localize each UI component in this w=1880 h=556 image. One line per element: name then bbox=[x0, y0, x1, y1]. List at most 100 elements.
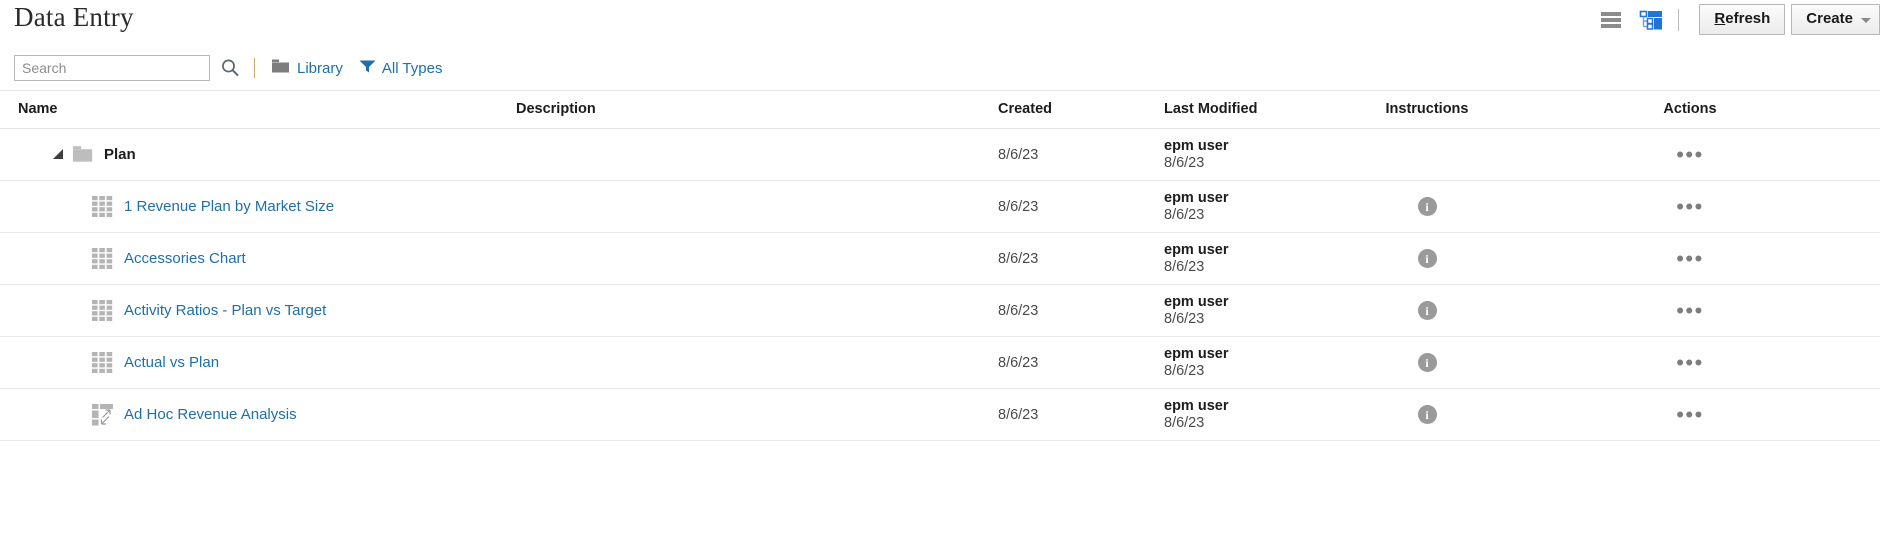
folder-icon bbox=[271, 58, 291, 78]
cell-last-modified: epm user 8/6/23 bbox=[1164, 388, 1354, 441]
table-row[interactable]: Plan 8/6/23 epm user 8/6/23 ••• bbox=[0, 128, 1880, 181]
column-header-last-modified[interactable]: Last Modified bbox=[1164, 90, 1354, 129]
chevron-down-icon bbox=[1861, 18, 1871, 23]
create-button[interactable]: Create bbox=[1791, 4, 1880, 35]
cell-actions: ••• bbox=[1500, 284, 1880, 337]
table-row[interactable]: Accessories Chart 8/6/23 epm user 8/6/23 i ••… bbox=[0, 232, 1880, 285]
cell-last-modified: epm user 8/6/23 bbox=[1164, 128, 1354, 181]
cell-name: Actual vs Plan bbox=[0, 336, 516, 389]
modified-by-user: epm user bbox=[1164, 293, 1229, 310]
cell-actions: ••• bbox=[1500, 128, 1880, 181]
info-icon[interactable]: i bbox=[1417, 249, 1437, 268]
modified-date: 8/6/23 bbox=[1164, 414, 1205, 431]
search-input[interactable] bbox=[14, 55, 210, 81]
cell-actions: ••• bbox=[1500, 388, 1880, 441]
form-link[interactable]: Actual vs Plan bbox=[124, 354, 219, 371]
cell-created: 8/6/23 bbox=[998, 232, 1164, 285]
cell-instructions: i bbox=[1354, 388, 1500, 441]
ellipsis-icon[interactable]: ••• bbox=[1676, 351, 1704, 373]
grid-form-icon bbox=[92, 299, 114, 322]
form-link[interactable]: Accessories Chart bbox=[124, 250, 246, 267]
page-header: Data Entry Refresh Create bbox=[0, 0, 1880, 46]
cell-instructions: i bbox=[1354, 180, 1500, 233]
cell-created: 8/6/23 bbox=[998, 128, 1164, 181]
cell-last-modified: epm user 8/6/23 bbox=[1164, 336, 1354, 389]
cell-description bbox=[516, 180, 998, 233]
modified-by-user: epm user bbox=[1164, 189, 1229, 206]
ellipsis-icon[interactable]: ••• bbox=[1676, 403, 1704, 425]
header-divider bbox=[1678, 8, 1680, 31]
modified-date: 8/6/23 bbox=[1164, 258, 1205, 275]
table-body: Plan 8/6/23 epm user 8/6/23 ••• 1 Revenue Pla… bbox=[0, 128, 1880, 441]
info-icon[interactable]: i bbox=[1417, 405, 1437, 424]
cell-description bbox=[516, 284, 998, 337]
cell-name: Accessories Chart bbox=[0, 232, 516, 285]
info-icon[interactable]: i bbox=[1417, 353, 1437, 372]
all-types-filter-link[interactable]: All Types bbox=[359, 59, 443, 78]
cell-name: Ad Hoc Revenue Analysis bbox=[0, 388, 516, 441]
info-icon[interactable]: i bbox=[1417, 197, 1437, 216]
refresh-accesskey: R bbox=[1714, 10, 1726, 27]
data-entry-table: Name Description Created Last Modified I… bbox=[0, 90, 1880, 441]
cell-created: 8/6/23 bbox=[998, 180, 1164, 233]
cell-instructions: i bbox=[1354, 232, 1500, 285]
refresh-button[interactable]: Refresh bbox=[1699, 4, 1786, 35]
cell-name: 1 Revenue Plan by Market Size bbox=[0, 180, 516, 233]
adhoc-grid-icon bbox=[92, 403, 114, 426]
modified-date: 8/6/23 bbox=[1164, 206, 1205, 223]
form-link[interactable]: Ad Hoc Revenue Analysis bbox=[124, 406, 297, 423]
modified-date: 8/6/23 bbox=[1164, 362, 1205, 379]
cell-description bbox=[516, 388, 998, 441]
ellipsis-icon[interactable]: ••• bbox=[1676, 195, 1704, 217]
cell-created: 8/6/23 bbox=[998, 284, 1164, 337]
modified-by-user: epm user bbox=[1164, 241, 1229, 258]
info-icon[interactable]: i bbox=[1417, 301, 1437, 320]
table-row[interactable]: Activity Ratios - Plan vs Target 8/6/23 ep… bbox=[0, 284, 1880, 337]
cell-created: 8/6/23 bbox=[998, 336, 1164, 389]
ellipsis-icon[interactable]: ••• bbox=[1676, 299, 1704, 321]
toolbar-divider bbox=[254, 58, 255, 78]
cell-description bbox=[516, 232, 998, 285]
cell-actions: ••• bbox=[1500, 336, 1880, 389]
modified-date: 8/6/23 bbox=[1164, 154, 1205, 171]
table-row[interactable]: Actual vs Plan 8/6/23 epm user 8/6/23 i ••• bbox=[0, 336, 1880, 389]
cell-actions: ••• bbox=[1500, 232, 1880, 285]
modified-by-user: epm user bbox=[1164, 345, 1229, 362]
folder-icon bbox=[72, 144, 94, 166]
ellipsis-icon[interactable]: ••• bbox=[1676, 143, 1704, 165]
grid-form-icon bbox=[92, 195, 114, 218]
form-link[interactable]: Activity Ratios - Plan vs Target bbox=[124, 302, 326, 319]
ellipsis-icon[interactable]: ••• bbox=[1676, 247, 1704, 269]
cell-actions: ••• bbox=[1500, 180, 1880, 233]
column-header-name[interactable]: Name bbox=[0, 90, 516, 129]
column-header-created[interactable]: Created bbox=[998, 90, 1164, 129]
cell-description bbox=[516, 128, 998, 181]
list-view-icon[interactable] bbox=[1598, 7, 1624, 33]
tree-view-icon[interactable] bbox=[1638, 7, 1664, 33]
all-types-label: All Types bbox=[381, 59, 443, 77]
cell-last-modified: epm user 8/6/23 bbox=[1164, 180, 1354, 233]
filter-icon bbox=[359, 59, 376, 78]
modified-by-user: epm user bbox=[1164, 397, 1229, 414]
create-label: Create bbox=[1806, 10, 1853, 27]
search-icon[interactable] bbox=[220, 58, 240, 78]
cell-last-modified: epm user 8/6/23 bbox=[1164, 232, 1354, 285]
column-header-actions: Actions bbox=[1500, 90, 1880, 129]
table-row[interactable]: Ad Hoc Revenue Analysis 8/6/23 epm user 8/6… bbox=[0, 388, 1880, 441]
form-link[interactable]: 1 Revenue Plan by Market Size bbox=[124, 198, 334, 215]
refresh-label-rest: efresh bbox=[1725, 10, 1771, 27]
table-header: Name Description Created Last Modified I… bbox=[0, 90, 1880, 129]
table-header-row: Name Description Created Last Modified I… bbox=[0, 90, 1880, 129]
page-title: Data Entry bbox=[14, 2, 134, 32]
grid-form-icon bbox=[92, 351, 114, 374]
table-row[interactable]: 1 Revenue Plan by Market Size 8/6/23 epm u… bbox=[0, 180, 1880, 233]
cell-last-modified: epm user 8/6/23 bbox=[1164, 284, 1354, 337]
search-toolbar: Library All Types bbox=[0, 46, 1880, 90]
view-toggle-group bbox=[1598, 7, 1678, 33]
folder-name: Plan bbox=[104, 146, 136, 163]
cell-instructions: i bbox=[1354, 336, 1500, 389]
column-header-description[interactable]: Description bbox=[516, 90, 998, 129]
library-filter-link[interactable]: Library bbox=[271, 58, 343, 78]
expand-collapse-toggle[interactable] bbox=[50, 146, 68, 164]
cell-name: Activity Ratios - Plan vs Target bbox=[0, 284, 516, 337]
